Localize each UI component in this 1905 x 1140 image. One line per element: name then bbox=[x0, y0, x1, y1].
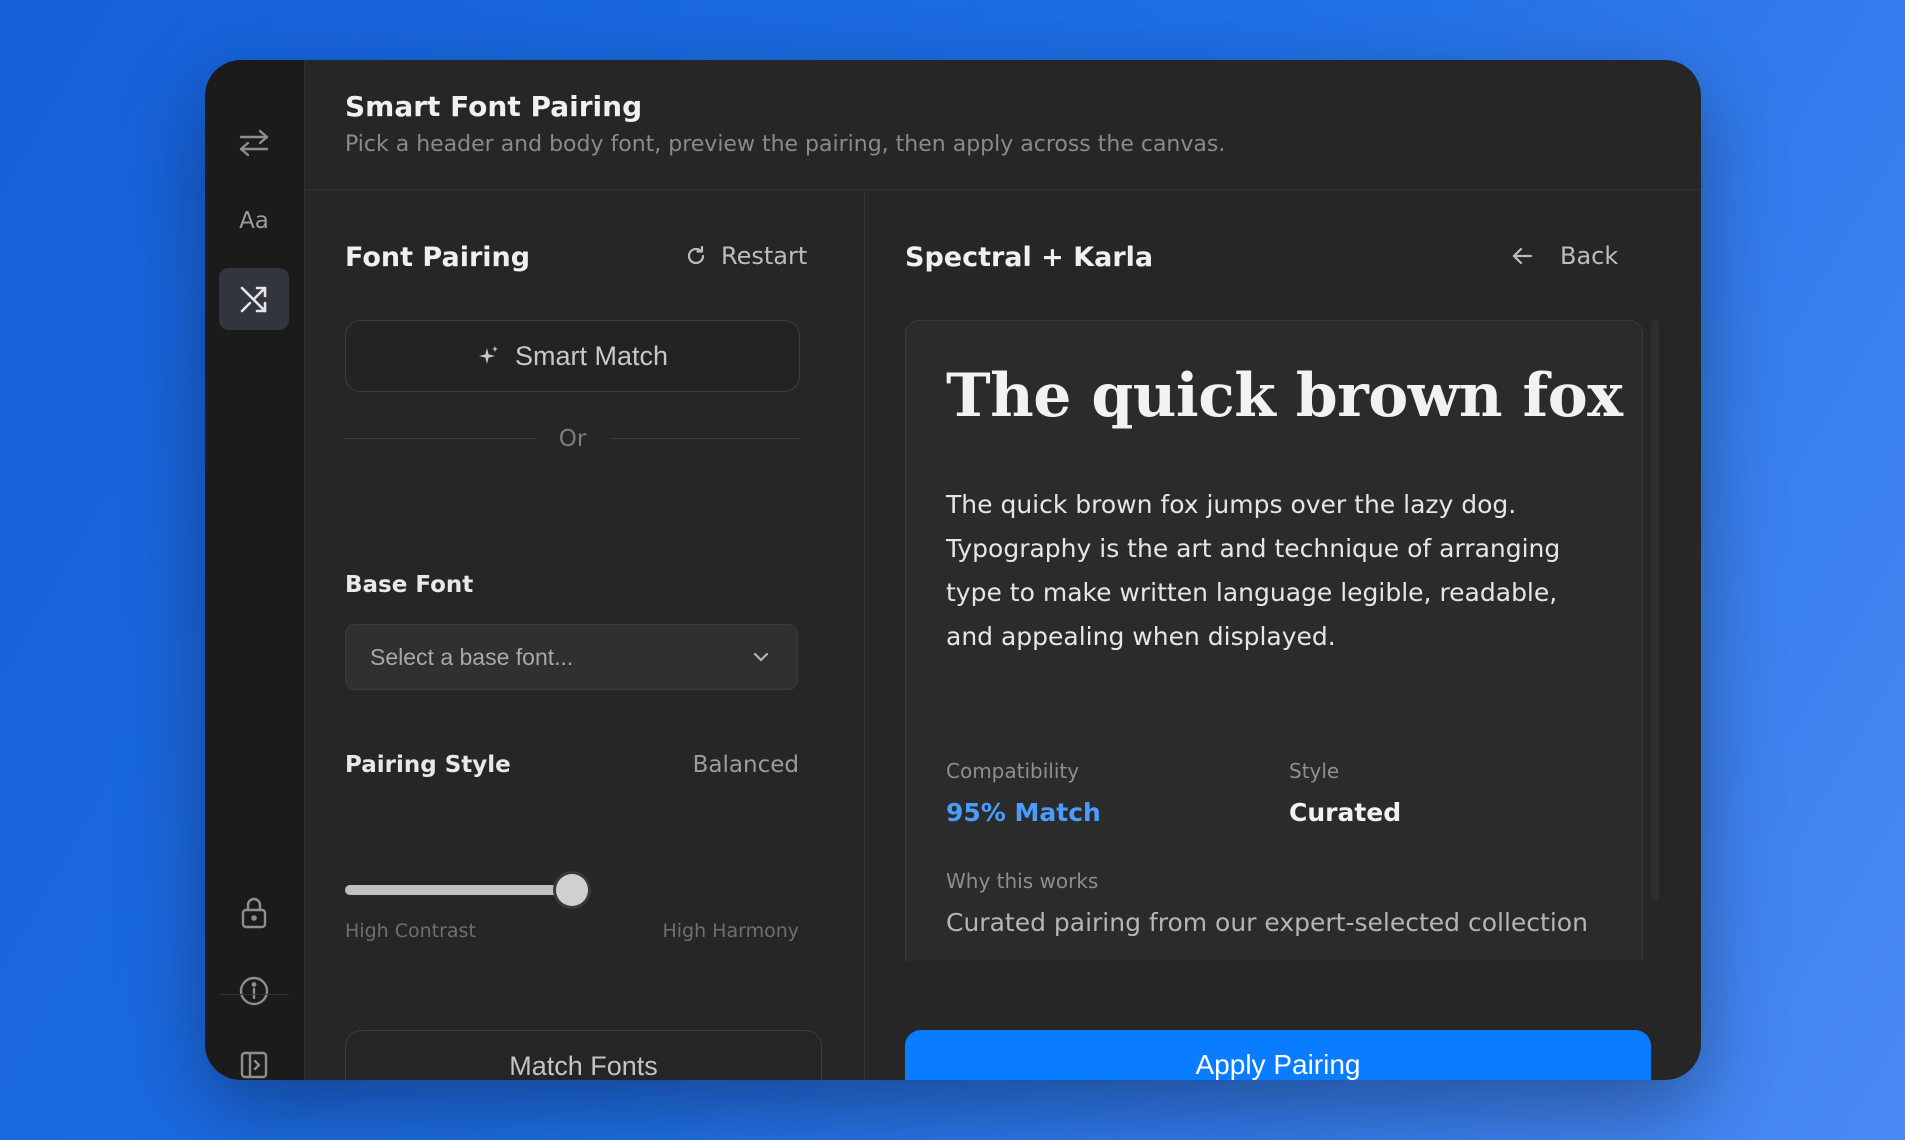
pairing-preview-panel: Spectral + Karla Back The quick brown fo… bbox=[865, 190, 1701, 1080]
or-label: Or bbox=[558, 426, 587, 452]
page-title: Smart Font Pairing bbox=[345, 90, 643, 123]
restart-button[interactable]: Restart bbox=[685, 242, 807, 270]
style-value: Curated bbox=[1289, 798, 1402, 827]
base-font-label: Base Font bbox=[345, 572, 474, 598]
back-label: Back bbox=[1560, 242, 1619, 270]
font-pairing-title: Font Pairing bbox=[345, 242, 531, 273]
or-line-right bbox=[610, 438, 800, 439]
preview-scrollbar[interactable] bbox=[1651, 320, 1659, 900]
preview-headline: The quick brown fox bbox=[946, 361, 1623, 431]
compatibility-label: Compatibility bbox=[946, 759, 1080, 783]
back-button[interactable]: Back bbox=[1510, 242, 1618, 270]
text-aa-icon[interactable]: Aa bbox=[219, 190, 289, 252]
icon-rail: Aa bbox=[205, 60, 305, 1080]
rail-divider bbox=[219, 994, 289, 995]
why-text: Curated pairing from our expert-selected… bbox=[946, 908, 1588, 937]
restart-label: Restart bbox=[721, 242, 808, 270]
pairing-style-slider-thumb[interactable] bbox=[556, 874, 588, 906]
chevron-down-icon bbox=[753, 652, 769, 662]
font-pairing-window: Aa Smart Font Pairing Pick a header and … bbox=[205, 60, 1701, 1080]
pairing-style-label: Pairing Style bbox=[345, 752, 511, 778]
apply-pairing-button[interactable]: Apply Pairing bbox=[905, 1030, 1651, 1080]
preview-body: The quick brown fox jumps over the lazy … bbox=[946, 490, 1561, 651]
base-font-select[interactable]: Select a base font... bbox=[345, 624, 798, 690]
pairing-style-slider-track[interactable] bbox=[345, 885, 572, 895]
style-label: Style bbox=[1289, 759, 1340, 783]
arrow-left-icon bbox=[1512, 247, 1533, 265]
why-label: Why this works bbox=[946, 869, 1099, 893]
or-divider: Or bbox=[345, 424, 800, 454]
font-pairing-controls: Font Pairing Restart Smart Match Or Base… bbox=[305, 190, 865, 1080]
compatibility-value: 95% Match bbox=[946, 798, 1101, 827]
text-aa-label: Aa bbox=[239, 208, 269, 234]
lock-icon[interactable] bbox=[219, 882, 289, 944]
pairing-style-value: Balanced bbox=[692, 752, 799, 778]
restart-icon bbox=[687, 245, 705, 265]
match-fonts-button[interactable]: Match Fonts bbox=[345, 1030, 822, 1080]
info-icon[interactable] bbox=[219, 960, 289, 1022]
base-font-placeholder: Select a base font... bbox=[370, 643, 574, 670]
smart-match-label: Smart Match bbox=[514, 340, 669, 371]
panel-header: Smart Font Pairing Pick a header and bod… bbox=[305, 60, 1701, 190]
pairing-title: Spectral + Karla bbox=[905, 242, 1154, 273]
smart-match-button[interactable]: Smart Match bbox=[345, 320, 800, 392]
preview-card: The quick brown fox The quick brown fox … bbox=[905, 320, 1643, 961]
slider-min-label: High Contrast bbox=[345, 920, 476, 942]
sparkle-icon bbox=[478, 346, 498, 364]
swap-arrows-icon[interactable] bbox=[219, 112, 289, 174]
slider-max-label: High Harmony bbox=[662, 920, 799, 942]
page-subtitle: Pick a header and body font, preview the… bbox=[345, 132, 1226, 157]
panel-toggle-icon[interactable] bbox=[219, 1034, 289, 1080]
shuffle-icon[interactable] bbox=[219, 268, 289, 330]
